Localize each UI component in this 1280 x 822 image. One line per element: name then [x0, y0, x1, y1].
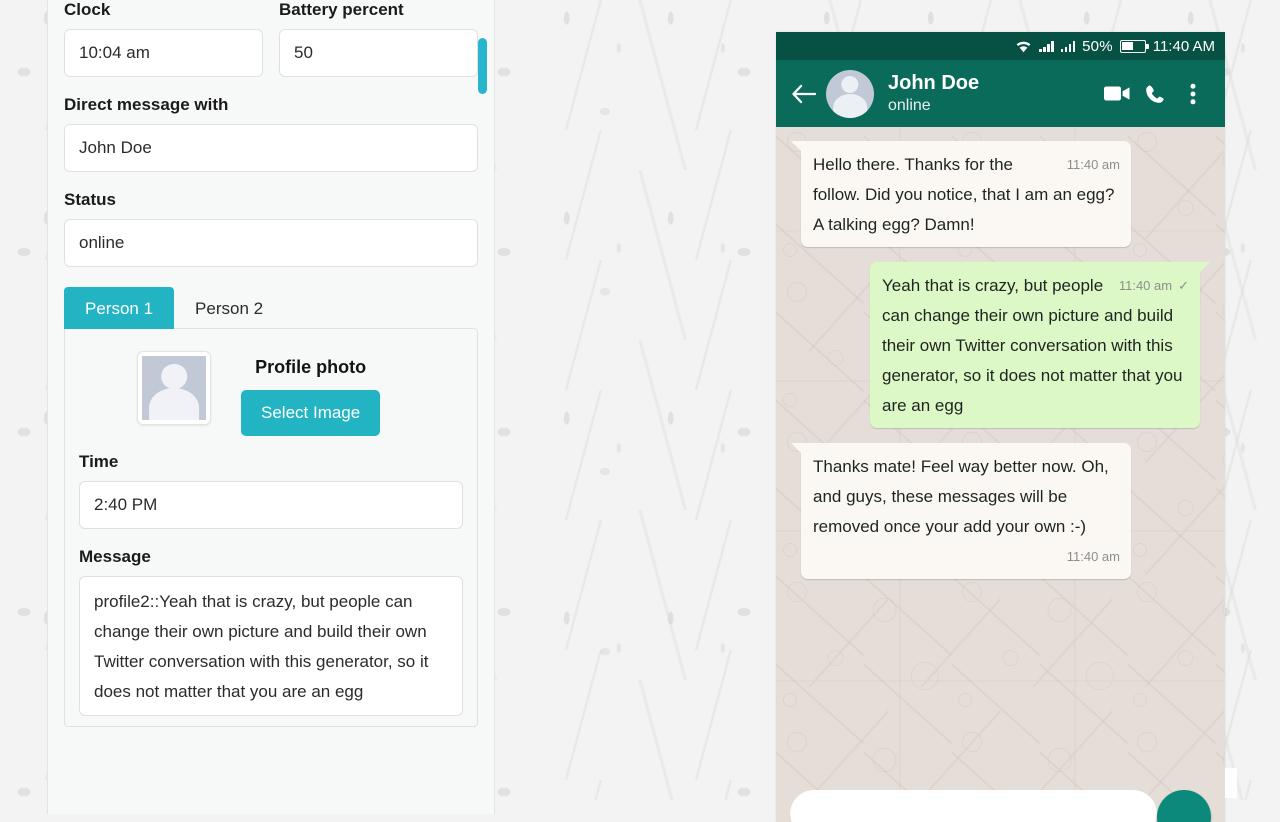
message-meta: 11:40 am [1067, 150, 1120, 180]
clock-label: Clock [64, 0, 263, 20]
direct-message-input[interactable] [64, 124, 478, 172]
contact-name: John Doe [888, 71, 1098, 95]
person-tabs: Person 1 Person 2 [64, 287, 478, 329]
message-text: Thanks mate! Feel way better now. Oh, an… [813, 457, 1109, 536]
contact-info[interactable]: John Doe online [888, 71, 1098, 116]
chat-header: John Doe online [776, 60, 1225, 127]
tab-person-1[interactable]: Person 1 [64, 287, 174, 329]
battery-percent-input[interactable] [279, 29, 478, 77]
video-call-icon[interactable] [1098, 74, 1136, 114]
message-meta: 11:40 am [813, 542, 1120, 572]
message-meta: 11:40 am ✓ [1119, 271, 1189, 301]
message-time: 11:40 am [1067, 542, 1120, 572]
message-bubble: 11:40 am Hello there. Thanks for the fol… [801, 141, 1131, 247]
phone-status-bar: 50% 11:40 AM [776, 32, 1225, 60]
direct-message-label: Direct message with [64, 95, 478, 115]
message-status-tick-icon: ✓ [1178, 271, 1189, 301]
message-row-incoming: Thanks mate! Feel way better now. Oh, an… [790, 443, 1211, 579]
message-bubble: Thanks mate! Feel way better now. Oh, an… [801, 443, 1131, 579]
tab-person-2[interactable]: Person 2 [174, 287, 284, 329]
message-row-outgoing: 11:40 am ✓ Yeah that is crazy, but peopl… [790, 262, 1211, 428]
whatsapp-phone-preview: 50% 11:40 AM John Doe online [776, 32, 1225, 822]
signal-bars-icon [1061, 40, 1076, 52]
message-list: 11:40 am Hello there. Thanks for the fol… [790, 141, 1211, 579]
clock-battery-row: Clock Battery percent [64, 0, 478, 77]
select-image-button[interactable]: Select Image [241, 390, 380, 436]
status-bar-clock: 11:40 AM [1153, 38, 1215, 55]
profile-photo-row: Profile photo Select Image [79, 351, 463, 452]
time-field-group: Time [79, 452, 463, 529]
time-label: Time [79, 452, 463, 472]
message-field-group: Message profile2::Yeah that is crazy, bu… [79, 547, 463, 716]
message-label: Message [79, 547, 463, 567]
person-1-tab-panel: Profile photo Select Image Time Message … [64, 328, 478, 727]
battery-field-group: Battery percent [279, 0, 478, 77]
clock-input[interactable] [64, 29, 263, 77]
contact-status: online [888, 95, 1098, 116]
message-scrollbar-thumb[interactable] [478, 38, 487, 94]
battery-half-icon [1120, 40, 1146, 53]
message-row-incoming: 11:40 am Hello there. Thanks for the fol… [790, 141, 1211, 247]
message-textarea[interactable]: profile2::Yeah that is crazy, but people… [79, 576, 463, 716]
back-arrow-icon[interactable] [786, 77, 820, 111]
battery-percent-label: Battery percent [279, 0, 478, 20]
status-field-group: Status [64, 190, 478, 267]
profile-photo-title: Profile photo [241, 357, 380, 378]
status-label: Status [64, 190, 478, 210]
person-placeholder-icon [142, 356, 206, 420]
clock-field-group: Clock [64, 0, 263, 77]
message-bubble: 11:40 am ✓ Yeah that is crazy, but peopl… [870, 262, 1200, 428]
profile-photo-preview [137, 351, 211, 425]
phone-edge-marker [1225, 768, 1237, 798]
battery-percent-text: 50% [1082, 38, 1113, 55]
message-time: 11:40 am [1067, 150, 1120, 180]
phone-call-icon[interactable] [1136, 74, 1174, 114]
message-composer-input[interactable] [790, 790, 1157, 822]
time-input[interactable] [79, 481, 463, 529]
wifi-icon [1015, 40, 1032, 53]
settings-form-panel: Clock Battery percent Direct message wit… [47, 0, 495, 814]
signal-bars-icon [1039, 40, 1054, 52]
overflow-menu-icon[interactable] [1174, 74, 1212, 114]
status-input[interactable] [64, 219, 478, 267]
message-time: 11:40 am [1119, 271, 1172, 301]
chat-message-area: 11:40 am Hello there. Thanks for the fol… [776, 127, 1225, 822]
contact-avatar-icon[interactable] [826, 70, 874, 118]
profile-photo-controls: Profile photo Select Image [241, 351, 380, 436]
message-scrollbar[interactable] [478, 0, 487, 810]
direct-message-field-group: Direct message with [64, 95, 478, 172]
